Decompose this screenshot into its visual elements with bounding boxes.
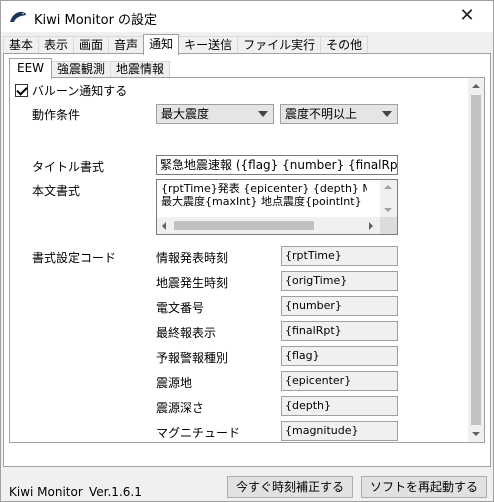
title-bar: Kiwi Monitor の設定 ✕ — [1, 1, 493, 32]
scroll-right-arrow-icon[interactable] — [369, 222, 373, 230]
code-value-box: {rptTime} — [281, 246, 398, 266]
code-value-box: {finalRpt} — [281, 321, 398, 341]
condition-select-threshold[interactable]: 震度不明以上 — [280, 104, 398, 124]
code-name: 予報警報種別 — [156, 351, 229, 365]
tab-file-exec[interactable]: ファイル実行 — [237, 36, 322, 54]
code-name: マグニチュード — [156, 426, 241, 440]
footer-version: Ver.1.6.1 — [89, 485, 142, 499]
body-format-text: {rptTime}発表 {epicenter} {depth} M{magnit… — [161, 182, 367, 208]
scrollbar-thumb[interactable] — [174, 221, 314, 230]
condition-label: 動作条件 — [32, 108, 81, 122]
close-button[interactable]: ✕ — [445, 1, 489, 32]
balloon-checkbox-label: バルーン通知する — [31, 84, 128, 98]
scroll-down-arrow-icon[interactable] — [472, 432, 480, 436]
code-value-box: {magnitude} — [281, 421, 398, 441]
code-name: 震源深さ — [156, 401, 205, 415]
body-format-textarea[interactable]: {rptTime}発表 {epicenter} {depth} M{magnit… — [156, 179, 398, 235]
title-format-label: タイトル書式 — [32, 160, 105, 174]
body-format-label: 本文書式 — [32, 184, 81, 198]
chevron-down-icon — [258, 111, 268, 117]
scrollbar-corner — [380, 217, 397, 234]
code-value-box: {origTime} — [281, 271, 398, 291]
code-name: 最終報表示 — [156, 326, 217, 340]
restart-button[interactable]: ソフトを再起動する — [361, 476, 487, 498]
format-codes-label: 書式設定コード — [32, 251, 117, 265]
condition-select-intensity[interactable]: 最大震度 — [156, 104, 274, 124]
code-value-box: {flag} — [281, 346, 398, 366]
subtab-quake-info[interactable]: 地震情報 — [110, 61, 171, 78]
tab-label: 通知 — [149, 37, 174, 51]
body-format-line: {rptTime}発表 {epicenter} {depth} M{magnit… — [161, 182, 367, 195]
tab-label: 基本 — [9, 38, 34, 52]
window-title: Kiwi Monitor の設定 — [34, 13, 158, 28]
tab-label: キー送信 — [184, 38, 233, 52]
select-value: 震度不明以上 — [285, 107, 358, 121]
subtab-strong-motion[interactable]: 強震観測 — [51, 61, 112, 78]
balloon-checkbox[interactable] — [15, 84, 28, 97]
tab-key-send[interactable]: キー送信 — [178, 36, 239, 54]
code-name: 情報発表時刻 — [156, 251, 229, 265]
tab-label: 音声 — [114, 38, 139, 52]
tab-label: 画面 — [79, 38, 104, 52]
title-format-input[interactable]: 緊急地震速報 ({flag} {number} {finalRpt}) — [156, 155, 398, 175]
code-name: 震源地 — [156, 376, 193, 390]
tab-basic[interactable]: 基本 — [3, 36, 40, 54]
textarea-horizontal-scrollbar[interactable] — [157, 217, 381, 234]
tab-screen[interactable]: 画面 — [73, 36, 110, 54]
subtab-label: EEW — [17, 61, 45, 75]
scroll-up-arrow-icon[interactable] — [384, 185, 392, 189]
close-icon: ✕ — [459, 5, 475, 26]
tab-sound[interactable]: 音声 — [108, 36, 145, 54]
footer-app-name: Kiwi Monitor — [9, 485, 83, 499]
sub-tab-strip: EEW 強震観測 地震情報 — [9, 58, 171, 79]
tab-label: 表示 — [44, 38, 69, 52]
textarea-vertical-scrollbar[interactable] — [380, 180, 397, 217]
chevron-down-icon — [382, 111, 392, 117]
balloon-checkbox-row[interactable]: バルーン通知する — [15, 82, 127, 99]
main-tab-strip: 基本 表示 画面 音声 通知 キー送信 ファイル実行 その他 — [3, 34, 369, 55]
subtab-eew[interactable]: EEW — [9, 58, 53, 79]
scroll-up-arrow-icon[interactable] — [472, 84, 480, 88]
select-value: 最大震度 — [161, 107, 210, 121]
tab-display[interactable]: 表示 — [38, 36, 75, 54]
kiwi-bird-icon — [10, 11, 26, 22]
tab-notification[interactable]: 通知 — [143, 34, 180, 55]
panel-vertical-scrollbar[interactable] — [468, 78, 484, 442]
settings-window: Kiwi Monitor の設定 ✕ 基本 表示 画面 音声 通知 キー送信 フ… — [0, 0, 494, 502]
code-name: 地震発生時刻 — [156, 276, 229, 290]
time-correct-button[interactable]: 今すぐ時刻補正する — [227, 476, 353, 498]
code-value-box: {number} — [281, 296, 398, 316]
tab-other[interactable]: その他 — [320, 36, 369, 54]
body-format-line: 最大震度{maxInt} 地点震度{pointInt} — [161, 195, 362, 208]
scrollbar-thumb[interactable] — [471, 95, 481, 425]
tab-label: ファイル実行 — [243, 38, 316, 52]
code-value-box: {depth} — [281, 396, 398, 416]
subtab-label: 地震情報 — [116, 62, 165, 76]
scroll-down-arrow-icon[interactable] — [384, 208, 392, 212]
tab-label: その他 — [326, 38, 363, 52]
scroll-left-arrow-icon[interactable] — [162, 222, 166, 230]
code-name: 電文番号 — [156, 301, 205, 315]
subtab-label: 強震観測 — [57, 62, 106, 76]
code-value-box: {epicenter} — [281, 371, 398, 391]
